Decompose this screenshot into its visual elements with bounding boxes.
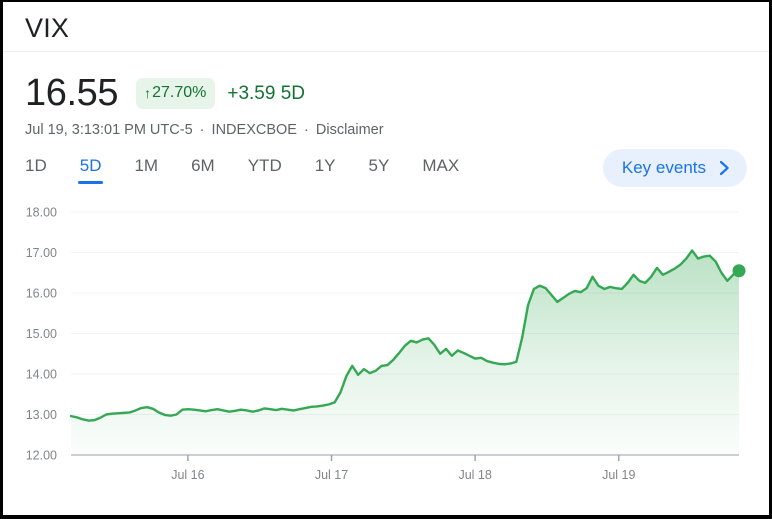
key-events-label: Key events — [621, 158, 706, 177]
price-chart[interactable]: 18.00 17.00 16.00 15.00 14.00 13.00 12.00 Jul … — [3, 199, 769, 489]
y-axis-tick-label: 12.00 — [26, 449, 57, 463]
y-axis-tick-label: 15.00 — [26, 327, 57, 341]
tab-5d[interactable]: 5D — [77, 155, 104, 184]
y-axis-tick-label: 18.00 — [26, 206, 57, 220]
y-axis-tick-label: 16.00 — [26, 287, 57, 301]
change-period: 5D — [280, 82, 306, 104]
tab-max[interactable]: MAX — [422, 155, 459, 184]
x-axis-tick-label: Jul 17 — [315, 468, 348, 482]
range-tabs: 1D 5D 1M 6M YTD 1Y 5Y MAX Key events — [3, 149, 769, 191]
tab-1d[interactable]: 1D — [25, 155, 47, 184]
tab-6m[interactable]: 6M — [191, 155, 215, 184]
tab-1m[interactable]: 1M — [134, 155, 158, 184]
stock-quote-card: VIX 16.55 ↑ 27.70% +3.59 5D Jul 19, 3:13… — [0, 0, 772, 519]
status-badge: ↑ 27.70% — [136, 77, 216, 109]
arrow-up-icon: ↑ — [144, 84, 152, 101]
chart-x-axis-ticks — [187, 455, 620, 461]
quote-timestamp: Jul 19, 3:13:01 PM UTC-5 — [25, 122, 193, 138]
key-events-button[interactable]: Key events — [602, 149, 747, 187]
chevron-right-icon — [719, 160, 731, 176]
change-absolute-group: +3.59 5D — [227, 84, 305, 103]
change-absolute: +3.59 — [227, 82, 276, 104]
x-axis-tick-label: Jul 18 — [458, 468, 491, 482]
current-price: 16.55 — [25, 72, 119, 114]
quote-meta: Jul 19, 3:13:01 PM UTC-5 · INDEXCBOE · D… — [25, 121, 769, 139]
exchange-label: INDEXCBOE — [211, 122, 297, 138]
page-title: VIX — [25, 13, 70, 43]
x-axis-tick-label: Jul 16 — [171, 468, 204, 482]
chart-x-axis-labels: Jul 16 Jul 17 Jul 18 Jul 19 — [171, 468, 635, 482]
tab-5y[interactable]: 5Y — [369, 155, 390, 184]
title-row: VIX — [3, 2, 769, 52]
x-axis-tick-label: Jul 19 — [602, 468, 635, 482]
chart-end-marker — [732, 264, 746, 278]
chart-y-axis-labels: 18.00 17.00 16.00 15.00 14.00 13.00 12.00 — [26, 206, 57, 463]
y-axis-tick-label: 14.00 — [26, 368, 57, 382]
y-axis-tick-label: 13.00 — [26, 408, 57, 422]
tab-ytd[interactable]: YTD — [248, 155, 282, 184]
meta-separator-2: · — [304, 122, 309, 138]
meta-separator-1: · — [199, 122, 205, 138]
disclaimer-link[interactable]: Disclaimer — [316, 122, 384, 138]
quote-block: 16.55 ↑ 27.70% +3.59 5D Jul 19, 3:13:01 … — [3, 52, 769, 139]
quote-primary-row: 16.55 ↑ 27.70% +3.59 5D — [25, 70, 769, 116]
chart-canvas[interactable]: 18.00 17.00 16.00 15.00 14.00 13.00 12.00 Jul … — [3, 199, 769, 489]
tab-1y[interactable]: 1Y — [315, 155, 336, 184]
change-percent: 27.70% — [152, 83, 207, 101]
y-axis-tick-label: 17.00 — [26, 246, 57, 260]
